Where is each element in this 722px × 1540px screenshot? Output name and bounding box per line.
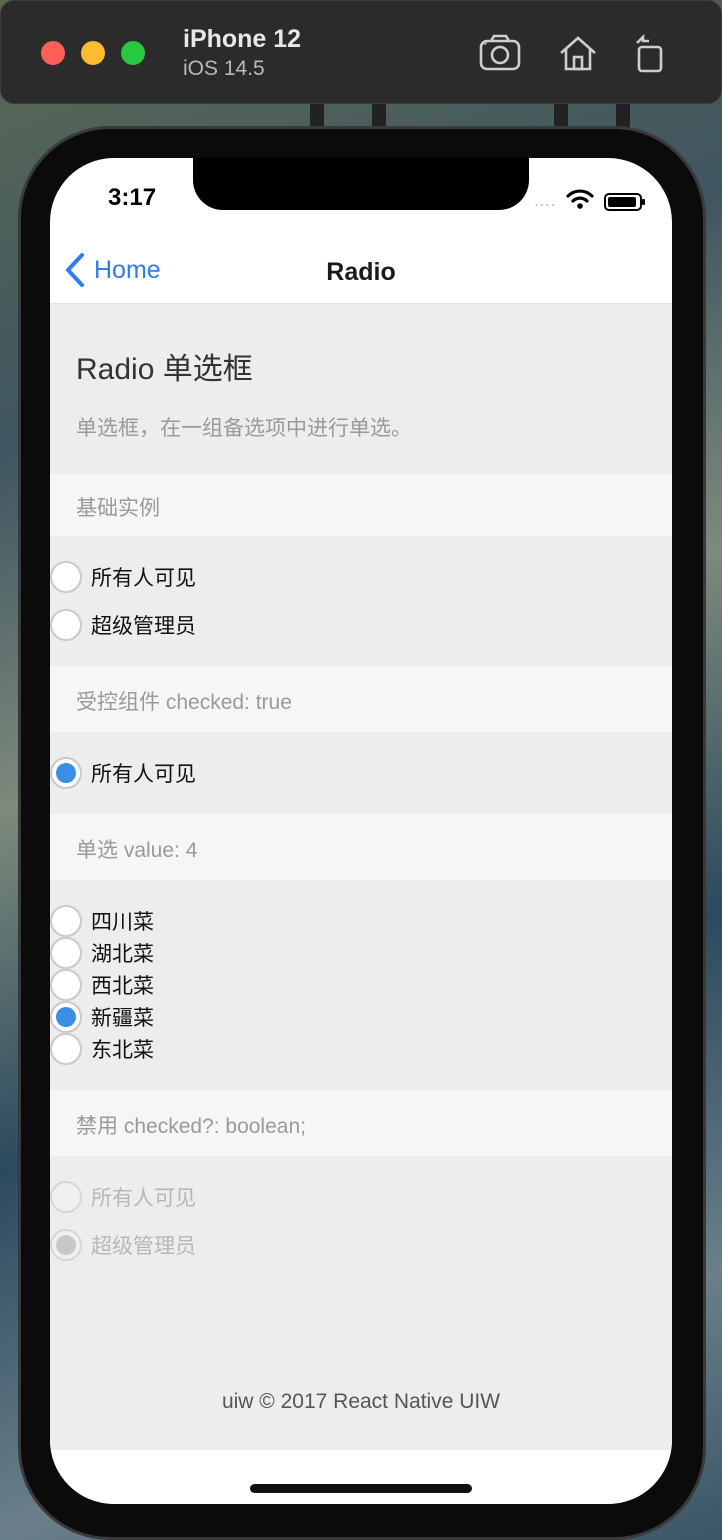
radio-label: 所有人可见 [91,763,196,786]
battery-icon [604,192,645,211]
nav-title: Radio [326,258,396,286]
radio-option[interactable]: 湖北菜 [50,936,154,970]
radio-button [50,1229,82,1261]
radio-label: 东北菜 [91,1039,154,1062]
radio-label: 新疆菜 [91,1007,154,1030]
wifi-icon [566,188,594,215]
section-title: 单选 value: 4 [76,839,198,862]
device-button [372,104,386,128]
radio-label: 西北菜 [91,975,154,998]
radio-option-disabled: 超级管理员 [50,1228,196,1262]
radio-option[interactable]: 所有人可见 [50,560,196,594]
screenshot-icon[interactable] [477,31,523,77]
page-description: 单选框，在一组备选项中进行单选。 [76,417,412,440]
notch [193,158,529,210]
section-header-disabled: 禁用 checked?: boolean; [50,1090,672,1156]
rotate-icon[interactable] [627,31,673,77]
radio-label: 超级管理员 [91,615,196,638]
navigation-bar: Home Radio [50,238,672,304]
section-header-single: 单选 value: 4 [50,814,672,880]
section-title: 禁用 checked?: boolean; [76,1115,306,1138]
page-title: Radio 单选框 [76,353,253,386]
close-window-button[interactable] [41,41,65,65]
section-header-basic: 基础实例 [50,474,672,536]
radio-label: 所有人可见 [91,1187,196,1210]
section-header-controlled: 受控组件 checked: true [50,666,672,732]
radio-option[interactable]: 所有人可见 [50,756,196,790]
device-screen: 3:17 .... Home Radio Radio 单选框 单选框，在一组备选… [50,158,672,1504]
status-time: 3:17 [108,184,157,211]
device-button [616,104,630,128]
radio-button[interactable] [50,905,82,937]
radio-label: 湖北菜 [91,943,154,966]
radio-option[interactable]: 东北菜 [50,1032,154,1066]
radio-option[interactable]: 四川菜 [50,904,154,938]
radio-label: 四川菜 [91,911,154,934]
radio-button [50,1181,82,1213]
radio-option[interactable]: 新疆菜 [50,1000,154,1034]
bottom-safe-area [50,1450,672,1504]
device-button [554,104,568,128]
footer-text: uiw © 2017 React Native UIW [221,1390,501,1413]
content-area: Radio 单选框 单选框，在一组备选项中进行单选。 基础实例 所有人可见 超级… [50,304,672,1450]
radio-button[interactable] [50,1001,82,1033]
section-title: 基础实例 [76,497,160,520]
radio-option-disabled: 所有人可见 [50,1180,196,1214]
radio-button[interactable] [50,609,82,641]
radio-option[interactable]: 西北菜 [50,968,154,1002]
radio-label: 超级管理员 [91,1235,196,1258]
simulator-title-bar: iPhone 12 iOS 14.5 [0,0,722,104]
minimize-window-button[interactable] [81,41,105,65]
radio-label: 所有人可见 [91,567,196,590]
device-button [310,104,324,128]
home-indicator[interactable] [250,1484,472,1493]
home-icon[interactable] [555,31,601,77]
radio-button[interactable] [50,969,82,1001]
status-icons: .... [534,188,645,215]
zoom-window-button[interactable] [121,41,145,65]
os-version: iOS 14.5 [183,57,265,80]
radio-button[interactable] [50,937,82,969]
signal-icon: .... [534,192,556,210]
radio-button[interactable] [50,757,82,789]
page-header: Radio 单选框 单选框，在一组备选项中进行单选。 [50,304,672,474]
radio-option[interactable]: 超级管理员 [50,608,196,642]
section-title: 受控组件 checked: true [76,691,292,714]
device-name: iPhone 12 [183,25,302,53]
radio-button[interactable] [50,561,82,593]
radio-button[interactable] [50,1033,82,1065]
